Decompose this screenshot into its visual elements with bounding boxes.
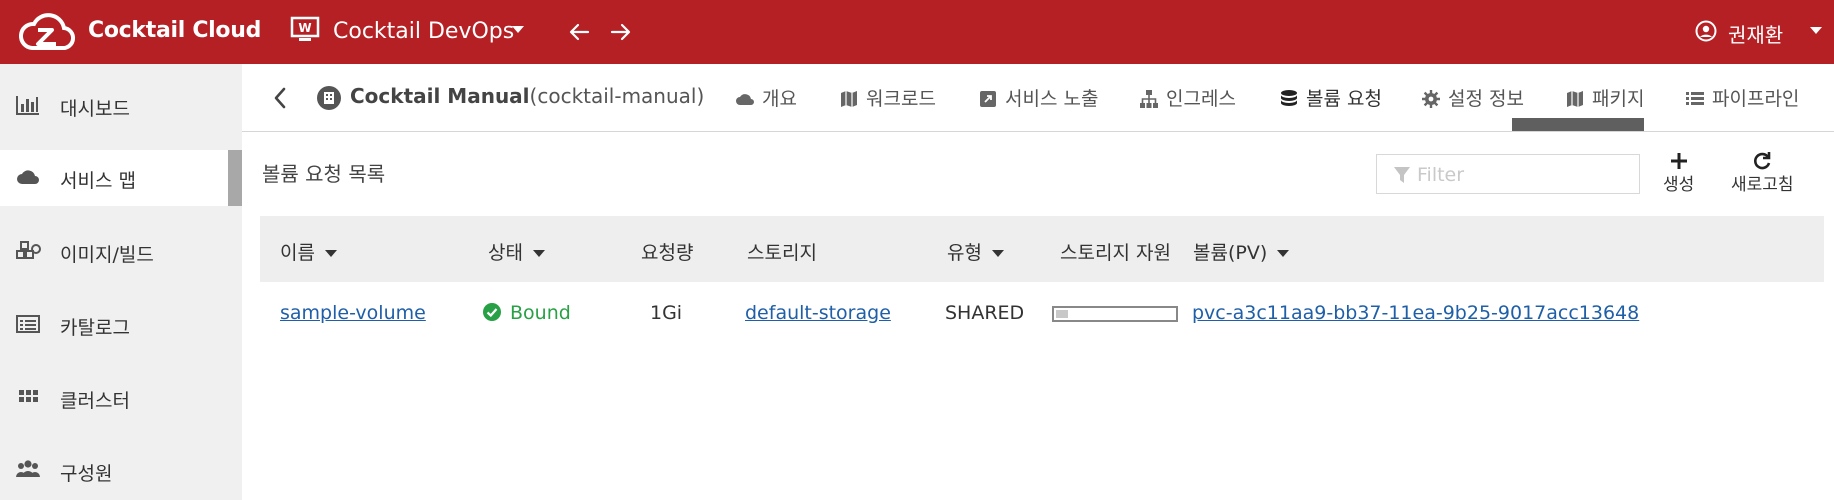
header-label: 요청량 — [641, 242, 694, 264]
caret-down-icon — [991, 250, 1004, 257]
grid-icon — [19, 390, 38, 402]
refresh-icon — [1754, 152, 1771, 170]
database-icon — [1281, 90, 1297, 106]
tab-label: 개요 — [762, 88, 797, 110]
tab-label: 워크로드 — [866, 88, 936, 110]
sitemap-icon — [1140, 90, 1158, 108]
list-icon — [1686, 92, 1704, 105]
service-id: (cocktail-manual) — [529, 84, 705, 108]
sidebar-item-catalog[interactable]: 카탈로그 — [0, 297, 242, 353]
column-header-name[interactable]: 이름 — [280, 238, 337, 265]
column-header-capacity: 요청량 — [641, 238, 693, 265]
sidebar-item-label: 대시보드 — [60, 98, 130, 120]
column-header-storage: 스토리지 — [747, 238, 817, 265]
project-selector[interactable]: Cocktail DevOps — [333, 19, 514, 44]
create-button[interactable]: 생성 — [1663, 150, 1694, 195]
filter-box[interactable] — [1376, 154, 1640, 194]
service-title: Cocktail Manual(cocktail-manual) — [350, 84, 704, 108]
tab-label: 인그레스 — [1166, 88, 1236, 110]
column-header-status[interactable]: 상태 — [488, 238, 545, 265]
tab-label: 서비스 노출 — [1005, 88, 1099, 110]
plus-icon — [1670, 153, 1687, 169]
sidebar-item-service-map[interactable]: 서비스 맵 — [0, 150, 242, 206]
cloud-icon — [17, 170, 39, 184]
header-label: 이름 — [280, 242, 315, 264]
refresh-button[interactable]: 새로고침 — [1731, 150, 1794, 195]
svg-text:W: W — [298, 21, 311, 35]
header-label: 스토리지 — [747, 242, 817, 264]
pv-link[interactable]: pvc-a3c11aa9-bb37-11ea-9b25-9017acc13648 — [1192, 302, 1639, 324]
caret-down-icon — [532, 250, 545, 257]
filter-input[interactable] — [1417, 162, 1627, 188]
capacity-value: 1Gi — [650, 302, 683, 324]
cocktail-cloud-logo-icon[interactable] — [18, 8, 76, 56]
map-icon — [841, 91, 857, 107]
brand-name[interactable]: Cocktail Cloud — [88, 18, 261, 43]
sidebar-item-label: 카탈로그 — [60, 317, 130, 339]
gear-icon — [1422, 90, 1440, 108]
create-label: 생성 — [1663, 175, 1695, 195]
user-menu[interactable]: 권재환 — [1728, 19, 1783, 48]
column-header-storage-resource: 스토리지 자원 — [1060, 238, 1171, 265]
arrow-left-icon[interactable] — [566, 18, 594, 46]
storage-usage-fill — [1056, 310, 1068, 318]
sidebar-item-cluster[interactable]: 클러스터 — [0, 370, 242, 426]
column-header-type[interactable]: 유형 — [947, 238, 1004, 265]
storage-link[interactable]: default-storage — [745, 302, 891, 324]
header-label: 유형 — [947, 242, 982, 264]
service-icon — [317, 86, 341, 110]
filter-icon — [1394, 167, 1410, 183]
user-circle-icon[interactable] — [1695, 20, 1717, 42]
external-link-icon — [980, 91, 996, 107]
sidebar-item-label: 구성원 — [60, 463, 113, 485]
sidebar-item-members[interactable]: 구성원 — [0, 443, 242, 499]
service-name: Cocktail Manual — [350, 84, 530, 108]
sidebar-item-label: 클러스터 — [60, 390, 130, 412]
arrow-right-icon[interactable] — [606, 18, 634, 46]
chevron-down-icon[interactable] — [1810, 27, 1822, 34]
top-bar: Cocktail Cloud W Cocktail DevOps 권재환 — [0, 0, 1834, 64]
tab-label: 파이프라인 — [1712, 88, 1800, 110]
caret-down-icon — [1277, 250, 1290, 257]
column-header-pv[interactable]: 볼륨(PV) — [1193, 238, 1290, 265]
users-icon — [16, 460, 40, 477]
back-chevron-icon[interactable] — [272, 86, 288, 110]
tab-label: 설정 정보 — [1448, 88, 1524, 110]
cloud-icon — [736, 94, 754, 105]
sidebar: 대시보드 서비스 맵 이미지/빌드 카탈로그 클러스터 구성원 — [0, 64, 242, 500]
status-badge: Bound — [482, 302, 571, 324]
refresh-label: 새로고침 — [1731, 175, 1794, 195]
status-text: Bound — [510, 302, 571, 324]
tab-label: 패키지 — [1592, 88, 1645, 110]
project-workspace-icon[interactable]: W — [290, 16, 320, 44]
sidebar-item-label: 서비스 맵 — [60, 170, 136, 192]
header-label: 상태 — [488, 242, 523, 264]
tab-label: 볼륨 요청 — [1306, 88, 1382, 110]
storage-usage-bar — [1052, 306, 1178, 322]
sidebar-item-dashboard[interactable]: 대시보드 — [0, 78, 242, 134]
check-circle-icon — [483, 303, 501, 321]
list-alt-icon — [16, 315, 40, 333]
map-icon — [1567, 91, 1583, 107]
active-tab-indicator — [1512, 118, 1644, 131]
bar-chart-icon — [16, 96, 39, 115]
type-value: SHARED — [945, 302, 1025, 324]
cubes-icon — [16, 241, 41, 259]
table-header: 이름 상태 요청량 스토리지 유형 스토리지 자원 볼륨(PV) — [260, 216, 1824, 282]
sidebar-item-image-build[interactable]: 이미지/빌드 — [0, 224, 242, 280]
chevron-down-icon[interactable] — [512, 26, 524, 33]
service-tab-bar: Cocktail Manual(cocktail-manual) 개요 워크로드… — [242, 64, 1834, 132]
volume-name-link[interactable]: sample-volume — [280, 302, 426, 324]
sidebar-item-label: 이미지/빌드 — [60, 244, 154, 266]
header-label: 볼륨(PV) — [1193, 242, 1268, 264]
caret-down-icon — [324, 250, 337, 257]
page-title: 볼륨 요청 목록 — [262, 162, 386, 186]
header-label: 스토리지 자원 — [1060, 242, 1171, 264]
